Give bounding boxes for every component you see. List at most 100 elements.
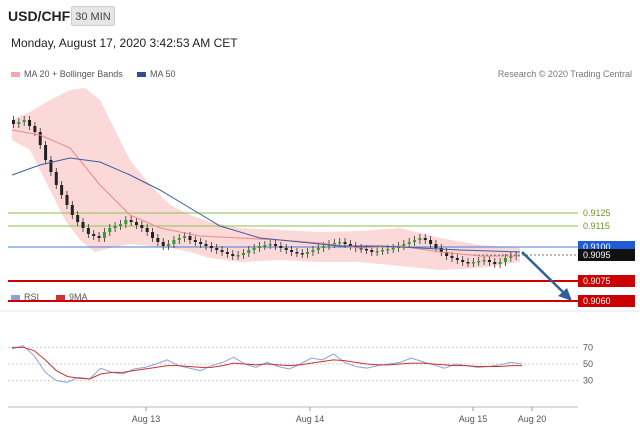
rsi-tick-70: 70 bbox=[583, 342, 593, 352]
time-axis: Aug 13 Aug 14 Aug 15 Aug 20 bbox=[0, 310, 640, 424]
candle-body bbox=[386, 249, 390, 251]
candle-body bbox=[461, 260, 465, 262]
candle-body bbox=[279, 246, 283, 248]
level-label-0.9060: 0.9060 bbox=[583, 296, 611, 306]
candle-body bbox=[306, 252, 310, 254]
bollinger-band-fill bbox=[12, 88, 520, 270]
candle-body bbox=[231, 254, 235, 256]
candle-body bbox=[183, 236, 187, 238]
price-chart[interactable]: 0.91250.91150.91000.90950.90750.9060 705… bbox=[0, 0, 640, 434]
axis-label-1: Aug 14 bbox=[296, 414, 325, 424]
ma9-line bbox=[12, 346, 522, 380]
candle-body bbox=[482, 260, 486, 262]
candle-body bbox=[17, 122, 21, 124]
candle-body bbox=[145, 228, 149, 232]
candle-body bbox=[108, 228, 112, 232]
candle-body bbox=[38, 132, 42, 145]
candle-body bbox=[92, 234, 96, 236]
candle-body bbox=[172, 240, 176, 244]
level-labels: 0.91250.91150.91000.90950.90750.9060 bbox=[578, 208, 635, 307]
candle-body bbox=[284, 248, 288, 250]
candle-body bbox=[28, 120, 32, 126]
candle-body bbox=[22, 120, 26, 122]
candle-body bbox=[12, 120, 15, 124]
candle-body bbox=[247, 250, 251, 253]
axis-label-2: Aug 15 bbox=[459, 414, 488, 424]
axis-label-0: Aug 13 bbox=[132, 414, 161, 424]
candle-body bbox=[380, 250, 384, 252]
candle-body bbox=[124, 220, 128, 224]
candle-body bbox=[429, 240, 433, 244]
candle-body bbox=[450, 256, 454, 258]
candle-body bbox=[274, 244, 278, 246]
candle-body bbox=[257, 246, 261, 248]
axis-label-3: Aug 20 bbox=[518, 414, 547, 424]
bollinger-bands bbox=[12, 88, 520, 270]
candle-body bbox=[33, 126, 37, 132]
candle-body bbox=[86, 228, 90, 234]
candle-body bbox=[407, 242, 411, 244]
candle-body bbox=[498, 262, 502, 264]
candle-body bbox=[290, 250, 294, 252]
candle-body bbox=[423, 238, 427, 240]
candle-body bbox=[70, 205, 74, 215]
candle-body bbox=[151, 232, 155, 238]
candle-body bbox=[455, 258, 459, 260]
candle-body bbox=[236, 255, 240, 257]
candle-body bbox=[252, 248, 256, 250]
candle-body bbox=[177, 238, 181, 240]
candle-body bbox=[65, 195, 69, 205]
candle-body bbox=[413, 240, 417, 242]
candle-body bbox=[215, 248, 219, 250]
candle-body bbox=[364, 249, 368, 251]
candle-body bbox=[134, 222, 138, 225]
candle-body bbox=[370, 250, 374, 252]
candle-body bbox=[113, 226, 117, 228]
rsi-panel: 70 50 30 bbox=[8, 342, 593, 386]
candle-body bbox=[316, 248, 320, 250]
candle-body bbox=[54, 172, 58, 185]
candle-body bbox=[193, 240, 197, 242]
candle-body bbox=[161, 242, 165, 246]
level-label-0.9115: 0.9115 bbox=[583, 221, 610, 231]
candle-body bbox=[76, 215, 80, 222]
rsi-tick-50: 50 bbox=[583, 359, 593, 369]
candle-body bbox=[140, 225, 144, 228]
candle-body bbox=[300, 253, 304, 255]
forecast-arrow-shaft bbox=[521, 251, 566, 295]
candle-body bbox=[263, 245, 267, 247]
candle-body bbox=[402, 244, 406, 246]
candle-body bbox=[81, 222, 85, 228]
candle-body bbox=[199, 242, 203, 244]
level-label-0.9095: 0.9095 bbox=[583, 250, 611, 260]
candle-body bbox=[44, 145, 48, 160]
candle-body bbox=[102, 232, 106, 238]
candle-body bbox=[204, 244, 208, 246]
candle-body bbox=[241, 253, 245, 255]
candle-body bbox=[220, 250, 224, 252]
level-label-0.9125: 0.9125 bbox=[583, 208, 611, 218]
candle-body bbox=[434, 244, 438, 248]
candle-body bbox=[167, 244, 171, 246]
candle-body bbox=[503, 258, 507, 262]
candle-body bbox=[418, 238, 422, 240]
candle-body bbox=[466, 262, 470, 264]
candle-body bbox=[375, 251, 379, 253]
candle-body bbox=[487, 260, 491, 262]
candle-body bbox=[391, 248, 395, 250]
candle-body bbox=[156, 238, 160, 242]
forecast-arrow bbox=[521, 251, 572, 301]
candle-body bbox=[477, 261, 481, 263]
candle-body bbox=[268, 244, 272, 246]
candle-body bbox=[188, 236, 192, 240]
candle-body bbox=[471, 262, 475, 264]
candle-body bbox=[60, 185, 64, 195]
candle-body bbox=[311, 250, 315, 252]
candle-body bbox=[209, 246, 213, 248]
rsi-tick-30: 30 bbox=[583, 376, 593, 386]
candle-body bbox=[118, 224, 122, 226]
level-label-0.9075: 0.9075 bbox=[583, 276, 611, 286]
candle-body bbox=[338, 242, 342, 244]
candle-body bbox=[322, 246, 326, 248]
candle-body bbox=[225, 252, 229, 254]
